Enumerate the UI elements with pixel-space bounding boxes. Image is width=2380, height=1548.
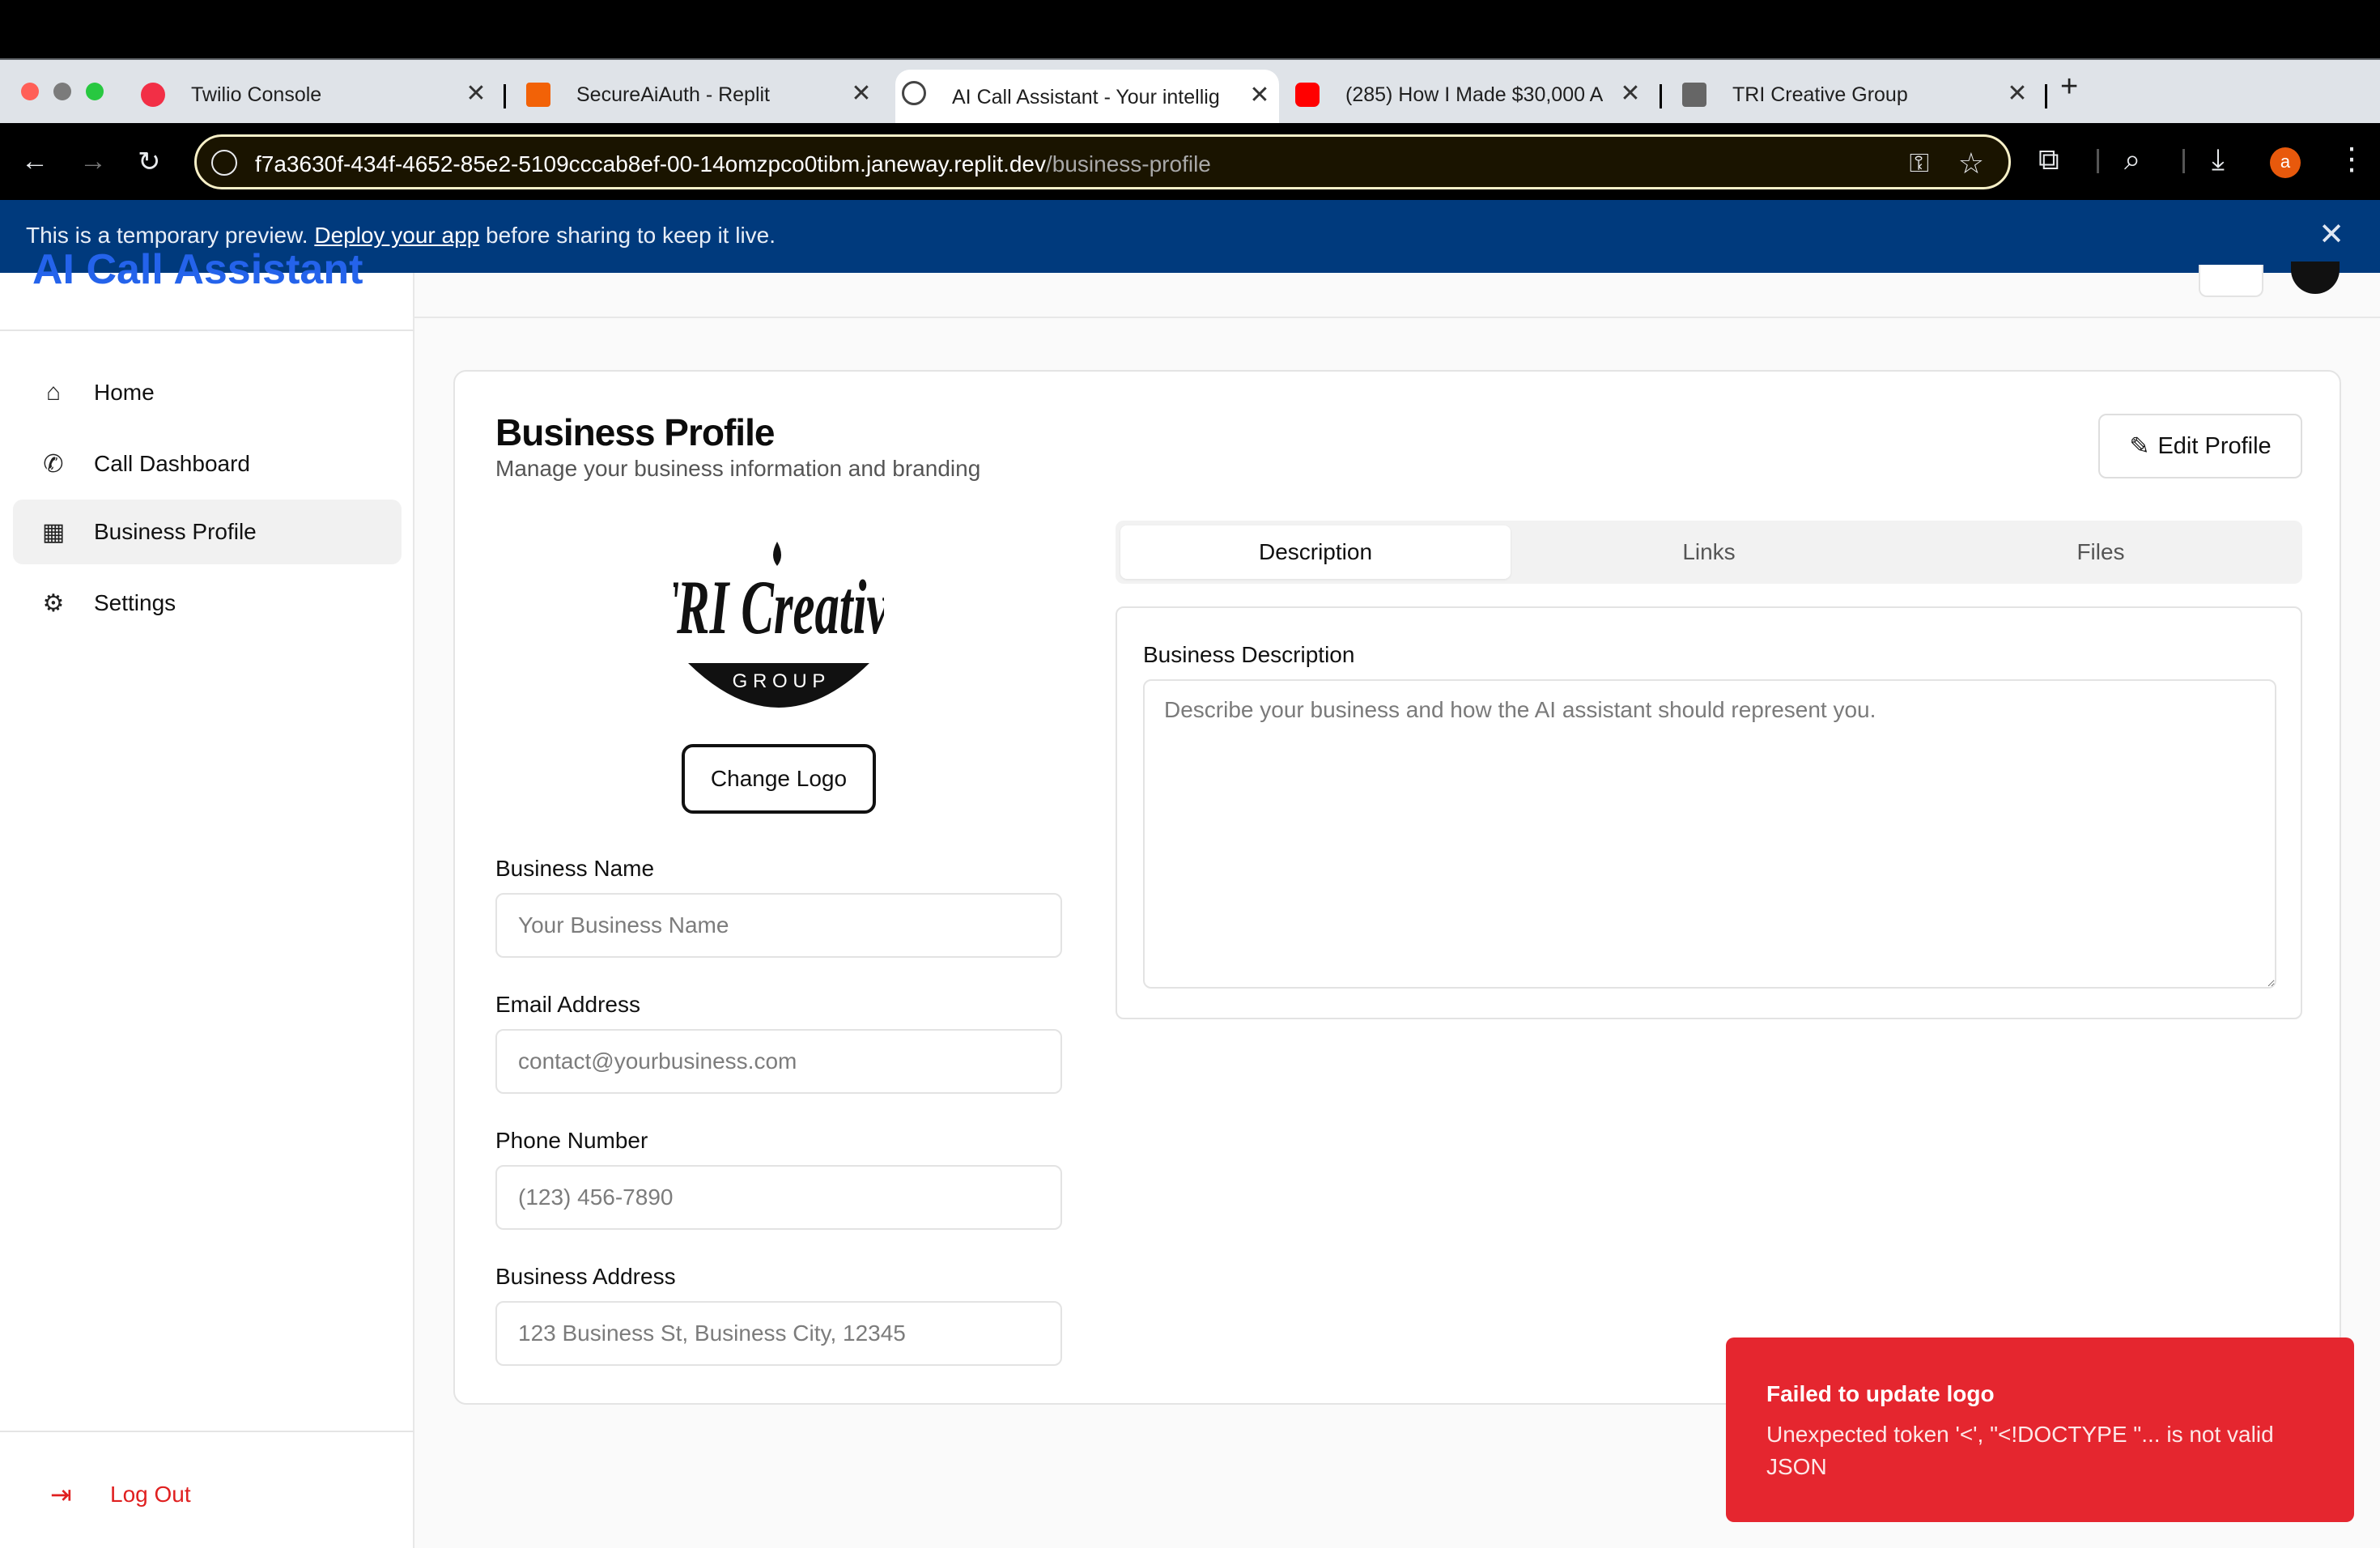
sidebar-item-home[interactable]: ⌂ Home xyxy=(13,360,402,425)
os-menu-bar xyxy=(0,0,2380,58)
edit-profile-button[interactable]: ✎ Edit Profile xyxy=(2098,414,2302,478)
svg-text:G R O U P: G R O U P xyxy=(733,670,826,692)
header-menu-button[interactable] xyxy=(2199,265,2263,297)
browser-tab-strip: Twilio Console ✕ SecureAiAuth - Replit ✕… xyxy=(0,58,2380,125)
sidebar-item-label: Call Dashboard xyxy=(94,451,250,476)
download-icon[interactable]: ⤓ xyxy=(2212,142,2225,177)
tab-close-icon[interactable]: ✕ xyxy=(1245,81,1274,109)
tab-title: SecureAiAuth - Replit xyxy=(576,83,771,106)
brand-title: AI Call Assistant xyxy=(32,246,363,293)
address-bar[interactable]: f7a3630f-434f-4652-85e2-5109cccab8ef-00-… xyxy=(194,134,2011,189)
business-address-input[interactable] xyxy=(495,1301,1062,1366)
phone-icon: ✆ xyxy=(43,450,64,478)
browser-tab-youtube[interactable]: (285) How I Made $30,000 A ✕ xyxy=(1289,71,1650,118)
email-address-label: Email Address xyxy=(495,992,640,1017)
bookmark-star-icon[interactable]: ☆ xyxy=(1958,147,1984,181)
tab-close-icon[interactable]: ✕ xyxy=(847,79,876,108)
business-name-label: Business Name xyxy=(495,856,655,881)
business-description-textarea[interactable] xyxy=(1143,679,2276,989)
business-name-input[interactable] xyxy=(495,893,1062,958)
sidebar-item-settings[interactable]: ⚙ Settings xyxy=(13,571,402,636)
tab-files[interactable]: Files xyxy=(1906,525,2296,579)
tab-search-icon[interactable]: ⌕ xyxy=(2124,142,2140,177)
forward-icon[interactable]: → xyxy=(79,146,107,177)
toast-message: Unexpected token '<', "<!DOCTYPE "... is… xyxy=(1766,1422,2274,1479)
twilio-icon xyxy=(141,83,165,107)
description-panel: Business Description xyxy=(1116,606,2302,1019)
deploy-app-link[interactable]: Deploy your app xyxy=(314,223,479,248)
browser-tab-tri-creative[interactable]: TRI Creative Group ✕ xyxy=(1676,71,2037,118)
sidebar-item-business-profile[interactable]: ▦ Business Profile xyxy=(13,500,402,564)
tab-close-icon[interactable]: ✕ xyxy=(2003,79,2032,108)
phone-number-input[interactable] xyxy=(495,1165,1062,1230)
sidebar-item-label: Settings xyxy=(94,590,176,615)
globe-icon xyxy=(902,81,926,105)
extensions-icon[interactable]: ⧉ xyxy=(2038,142,2059,177)
back-icon[interactable]: ← xyxy=(21,146,49,177)
browser-tab-ai-call-assistant[interactable]: AI Call Assistant - Your intellig ✕ xyxy=(895,70,1279,125)
tab-links[interactable]: Links xyxy=(1514,525,1904,579)
reload-icon[interactable]: ↻ xyxy=(138,146,161,178)
tab-title: Twilio Console xyxy=(191,83,322,106)
logout-button[interactable]: ⇥ Log Out xyxy=(50,1479,191,1510)
tab-description[interactable]: Description xyxy=(1120,525,1511,579)
business-profile-card: Business Profile Manage your business in… xyxy=(453,370,2341,1405)
tab-title: AI Call Assistant - Your intellig xyxy=(952,85,1219,108)
tab-divider xyxy=(2045,84,2047,108)
logout-icon: ⇥ xyxy=(50,1480,72,1509)
browser-tab-replit[interactable]: SecureAiAuth - Replit ✕ xyxy=(520,71,881,118)
error-toast[interactable]: Failed to update logo Unexpected token '… xyxy=(1726,1337,2354,1522)
browser-tab-twilio[interactable]: Twilio Console ✕ xyxy=(134,71,495,118)
header-divider xyxy=(414,317,2380,318)
email-address-input[interactable] xyxy=(495,1029,1062,1094)
logout-label: Log Out xyxy=(110,1482,191,1507)
browser-toolbar: ← → ↻ f7a3630f-434f-4652-85e2-5109cccab8… xyxy=(0,123,2380,200)
new-tab-button[interactable]: + xyxy=(2060,70,2078,104)
toolbar-divider xyxy=(2097,149,2099,173)
youtube-icon xyxy=(1295,83,1320,107)
business-address-label: Business Address xyxy=(495,1264,676,1289)
url-text: f7a3630f-434f-4652-85e2-5109cccab8ef-00-… xyxy=(255,151,1211,176)
business-description-label: Business Description xyxy=(1143,642,1355,667)
user-avatar[interactable] xyxy=(2291,262,2340,294)
tab-close-icon[interactable]: ✕ xyxy=(1616,79,1645,108)
toast-title: Failed to update logo xyxy=(1766,1381,1995,1406)
close-window-button[interactable] xyxy=(21,83,39,100)
sidebar-item-label: Business Profile xyxy=(94,519,257,544)
home-icon: ⌂ xyxy=(45,379,62,406)
maximize-window-button[interactable] xyxy=(86,83,104,100)
page-subtitle: Manage your business information and bra… xyxy=(495,456,981,481)
building-icon: ▦ xyxy=(41,518,66,546)
tab-close-icon[interactable]: ✕ xyxy=(461,79,491,108)
tab-divider xyxy=(1660,84,1662,108)
toolbar-divider xyxy=(2182,149,2185,173)
change-logo-button[interactable]: Change Logo xyxy=(682,744,876,814)
edit-profile-label: Edit Profile xyxy=(2157,432,2272,459)
minimize-window-button[interactable] xyxy=(53,83,71,100)
tab-divider xyxy=(504,84,506,108)
profile-avatar[interactable]: a xyxy=(2270,147,2301,178)
pencil-icon: ✎ xyxy=(2129,432,2150,460)
phone-number-label: Phone Number xyxy=(495,1128,648,1153)
sidebar: AI Call Assistant ⌂ Home ✆ Call Dashboar… xyxy=(0,246,414,1548)
sidebar-item-label: Home xyxy=(94,380,155,405)
tab-title: (285) How I Made $30,000 A xyxy=(1345,83,1604,106)
tab-title: TRI Creative Group xyxy=(1732,83,1908,106)
box-icon xyxy=(1682,83,1706,107)
business-logo: TRI Creative G R O U P xyxy=(647,534,910,728)
site-settings-icon[interactable] xyxy=(211,150,237,176)
sidebar-divider xyxy=(0,1431,414,1432)
svg-text:TRI Creative: TRI Creative xyxy=(674,566,884,651)
banner-close-icon[interactable]: ✕ xyxy=(2318,216,2344,253)
gear-icon: ⚙ xyxy=(42,589,65,617)
replit-icon xyxy=(526,83,550,107)
sidebar-divider xyxy=(0,330,414,331)
browser-menu-icon[interactable]: ⋮ xyxy=(2336,141,2367,177)
sidebar-item-call-dashboard[interactable]: ✆ Call Dashboard xyxy=(13,432,402,496)
profile-tabs: Description Links Files xyxy=(1116,521,2302,584)
page-title: Business Profile xyxy=(495,411,775,453)
password-key-icon[interactable]: ⚿ xyxy=(1910,148,1929,179)
